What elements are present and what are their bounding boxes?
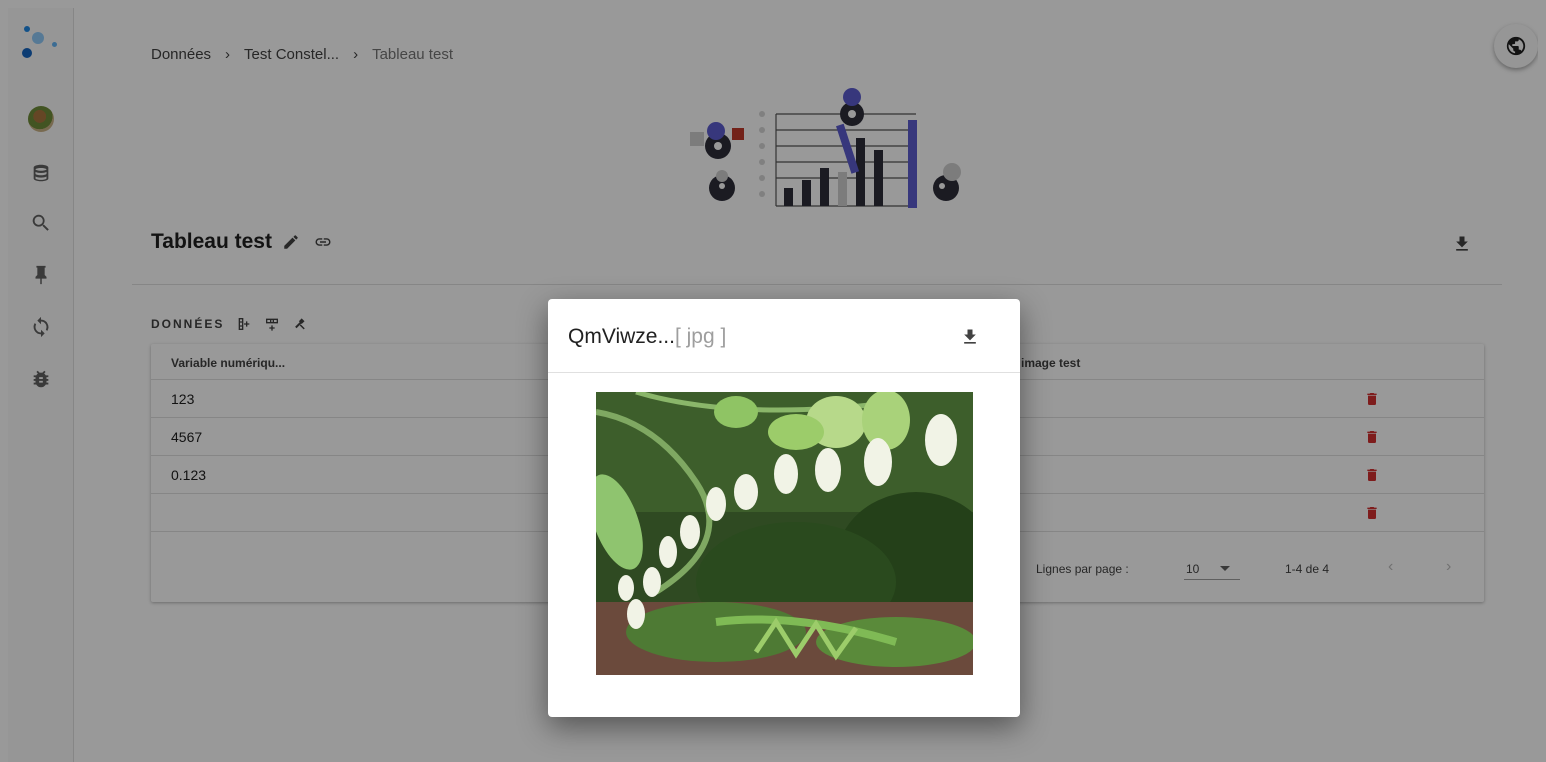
file-extension: [ jpg ] xyxy=(674,325,727,348)
image-preview xyxy=(596,392,973,675)
dialog-header: QmViwze...[ jpg ] xyxy=(548,299,1020,373)
download-icon xyxy=(964,329,976,344)
dialog-title: QmViwze...[ jpg ] xyxy=(568,325,726,349)
image-preview-dialog: QmViwze...[ jpg ] xyxy=(548,299,1020,717)
file-name: QmViwze... xyxy=(568,325,675,348)
download-file-button[interactable] xyxy=(960,327,980,347)
